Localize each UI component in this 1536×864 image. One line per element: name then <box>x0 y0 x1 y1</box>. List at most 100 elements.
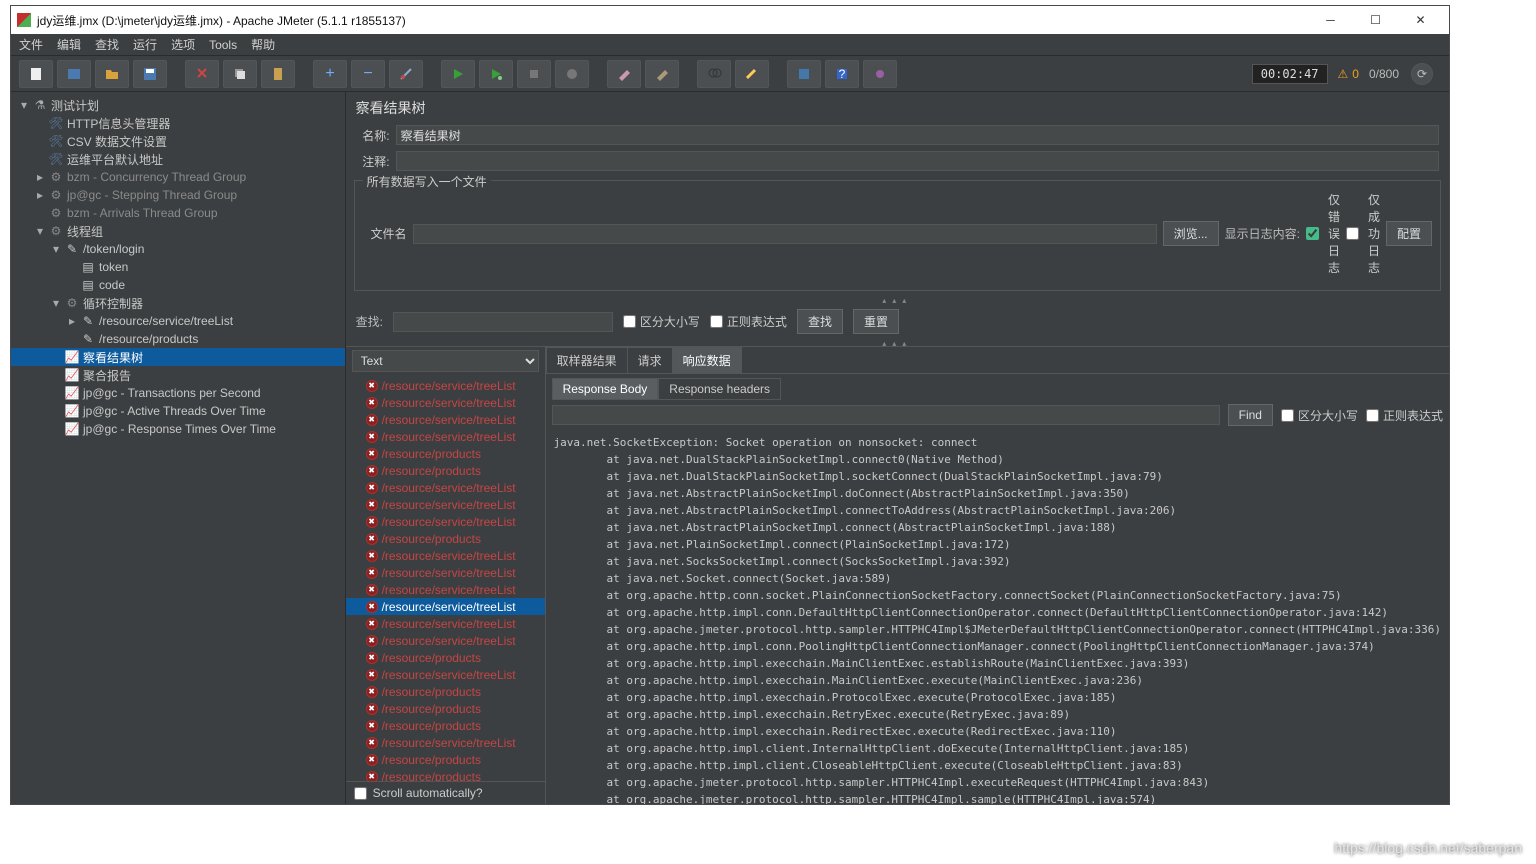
tree-node[interactable]: ▤code <box>11 276 345 294</box>
tree-node[interactable]: ▸⚙jp@gc - Stepping Thread Group <box>11 186 345 204</box>
stop-button[interactable] <box>517 60 551 88</box>
sample-row[interactable]: ✖/resource/service/treeList <box>346 394 545 411</box>
samples-list[interactable]: ✖/resource/service/treeList✖/resource/se… <box>346 375 545 781</box>
search-input[interactable] <box>393 312 613 332</box>
sample-row[interactable]: ✖/resource/service/treeList <box>346 666 545 683</box>
tree-node[interactable]: 📈jp@gc - Transactions per Second <box>11 384 345 402</box>
menu-编辑[interactable]: 编辑 <box>57 36 81 53</box>
maximize-button[interactable]: ☐ <box>1353 6 1398 34</box>
subtab-response-body[interactable]: Response Body <box>552 378 659 400</box>
sample-row[interactable]: ✖/resource/service/treeList <box>346 598 545 615</box>
start-no-pause-button[interactable] <box>479 60 513 88</box>
search-btn[interactable]: 查找 <box>797 309 843 334</box>
expand-button[interactable]: + <box>313 60 347 88</box>
errors-only-checkbox[interactable]: 仅错误日志 <box>1306 191 1340 276</box>
menu-Tools[interactable]: Tools <box>209 38 237 52</box>
new-button[interactable] <box>19 60 53 88</box>
success-only-checkbox[interactable]: 仅成功日志 <box>1346 191 1380 276</box>
regex-checkbox[interactable]: 正则表达式 <box>710 313 787 330</box>
warning-indicator[interactable]: ⚠ 0 <box>1338 67 1359 81</box>
browse-button[interactable]: 浏览... <box>1163 221 1219 246</box>
scroll-auto-checkbox[interactable] <box>354 787 367 800</box>
sample-row[interactable]: ✖/resource/service/treeList <box>346 496 545 513</box>
start-button[interactable] <box>441 60 475 88</box>
sample-row[interactable]: ✖/resource/products <box>346 683 545 700</box>
tree-node[interactable]: ▾⚗测试计划 <box>11 96 345 114</box>
tree-node[interactable]: ▤token <box>11 258 345 276</box>
sample-row[interactable]: ✖/resource/products <box>346 649 545 666</box>
shutdown-button[interactable] <box>555 60 589 88</box>
configure-button[interactable]: 配置 <box>1386 221 1432 246</box>
tree-node[interactable]: ▾⚙循环控制器 <box>11 294 345 312</box>
menu-文件[interactable]: 文件 <box>19 36 43 53</box>
menu-选项[interactable]: 选项 <box>171 36 195 53</box>
test-plan-tree[interactable]: ▾⚗测试计划🛠HTTP信息头管理器🛠CSV 数据文件设置🛠运维平台默认地址▸⚙b… <box>11 92 346 804</box>
sample-row[interactable]: ✖/resource/service/treeList <box>346 377 545 394</box>
find-button[interactable]: Find <box>1228 404 1273 426</box>
menu-运行[interactable]: 运行 <box>133 36 157 53</box>
sample-row[interactable]: ✖/resource/service/treeList <box>346 734 545 751</box>
sample-row[interactable]: ✖/resource/service/treeList <box>346 547 545 564</box>
tree-node[interactable]: 📈察看结果树 <box>11 348 345 366</box>
tree-node[interactable]: ▸✎/resource/service/treeList <box>11 312 345 330</box>
clear-all-button[interactable] <box>645 60 679 88</box>
find-case-checkbox[interactable]: 区分大小写 <box>1281 407 1358 424</box>
tab-sampler-result[interactable]: 取样器结果 <box>546 347 628 373</box>
help-button[interactable]: ? <box>825 60 859 88</box>
gc-icon[interactable]: ⟳ <box>1411 63 1433 85</box>
clear-button[interactable] <box>607 60 641 88</box>
tab-request[interactable]: 请求 <box>627 347 673 373</box>
sample-row[interactable]: ✖/resource/service/treeList <box>346 411 545 428</box>
save-button[interactable] <box>133 60 167 88</box>
tree-node[interactable]: ▾✎/token/login <box>11 240 345 258</box>
sample-row[interactable]: ✖/resource/products <box>346 717 545 734</box>
case-checkbox[interactable]: 区分大小写 <box>623 313 700 330</box>
toggle-button[interactable] <box>389 60 423 88</box>
paste-button[interactable] <box>261 60 295 88</box>
tree-node[interactable]: 🛠CSV 数据文件设置 <box>11 132 345 150</box>
find-input[interactable] <box>552 405 1220 425</box>
sample-row[interactable]: ✖/resource/products <box>346 462 545 479</box>
tree-node[interactable]: ▸⚙bzm - Concurrency Thread Group <box>11 168 345 186</box>
sample-row[interactable]: ✖/resource/service/treeList <box>346 581 545 598</box>
tree-node[interactable]: ✎/resource/products <box>11 330 345 348</box>
renderer-dropdown[interactable]: Text <box>352 350 539 372</box>
comment-input[interactable] <box>396 151 1439 171</box>
name-input[interactable] <box>396 125 1439 145</box>
reset-search-button[interactable] <box>735 60 769 88</box>
tab-response-data[interactable]: 响应数据 <box>672 347 742 373</box>
sample-row[interactable]: ✖/resource/service/treeList <box>346 479 545 496</box>
sample-row[interactable]: ✖/resource/service/treeList <box>346 428 545 445</box>
sample-row[interactable]: ✖/resource/products <box>346 530 545 547</box>
reset-btn[interactable]: 重置 <box>853 309 899 334</box>
subtab-response-headers[interactable]: Response headers <box>658 378 781 400</box>
sample-row[interactable]: ✖/resource/service/treeList <box>346 632 545 649</box>
tree-node[interactable]: 📈jp@gc - Response Times Over Time <box>11 420 345 438</box>
search-button[interactable] <box>697 60 731 88</box>
function-helper-button[interactable] <box>787 60 821 88</box>
tree-node[interactable]: 📈jp@gc - Active Threads Over Time <box>11 402 345 420</box>
filename-input[interactable] <box>413 224 1157 244</box>
options-button[interactable] <box>863 60 897 88</box>
open-button[interactable] <box>95 60 129 88</box>
minimize-button[interactable]: ─ <box>1308 6 1353 34</box>
collapse-button[interactable]: − <box>351 60 385 88</box>
menu-查找[interactable]: 查找 <box>95 36 119 53</box>
tree-node[interactable]: ▾⚙线程组 <box>11 222 345 240</box>
sample-row[interactable]: ✖/resource/products <box>346 751 545 768</box>
menu-帮助[interactable]: 帮助 <box>251 36 275 53</box>
tree-node[interactable]: 📈聚合报告 <box>11 366 345 384</box>
sample-row[interactable]: ✖/resource/service/treeList <box>346 615 545 632</box>
sample-row[interactable]: ✖/resource/products <box>346 768 545 781</box>
sample-row[interactable]: ✖/resource/products <box>346 445 545 462</box>
sample-row[interactable]: ✖/resource/service/treeList <box>346 564 545 581</box>
close-button[interactable]: ✕ <box>1398 6 1443 34</box>
sample-row[interactable]: ✖/resource/service/treeList <box>346 513 545 530</box>
templates-button[interactable] <box>57 60 91 88</box>
cut-button[interactable] <box>185 60 219 88</box>
find-regex-checkbox[interactable]: 正则表达式 <box>1366 407 1443 424</box>
tree-node[interactable]: ⚙bzm - Arrivals Thread Group <box>11 204 345 222</box>
sample-row[interactable]: ✖/resource/products <box>346 700 545 717</box>
tree-node[interactable]: 🛠HTTP信息头管理器 <box>11 114 345 132</box>
response-body-text[interactable]: java.net.SocketException: Socket operati… <box>546 430 1449 804</box>
